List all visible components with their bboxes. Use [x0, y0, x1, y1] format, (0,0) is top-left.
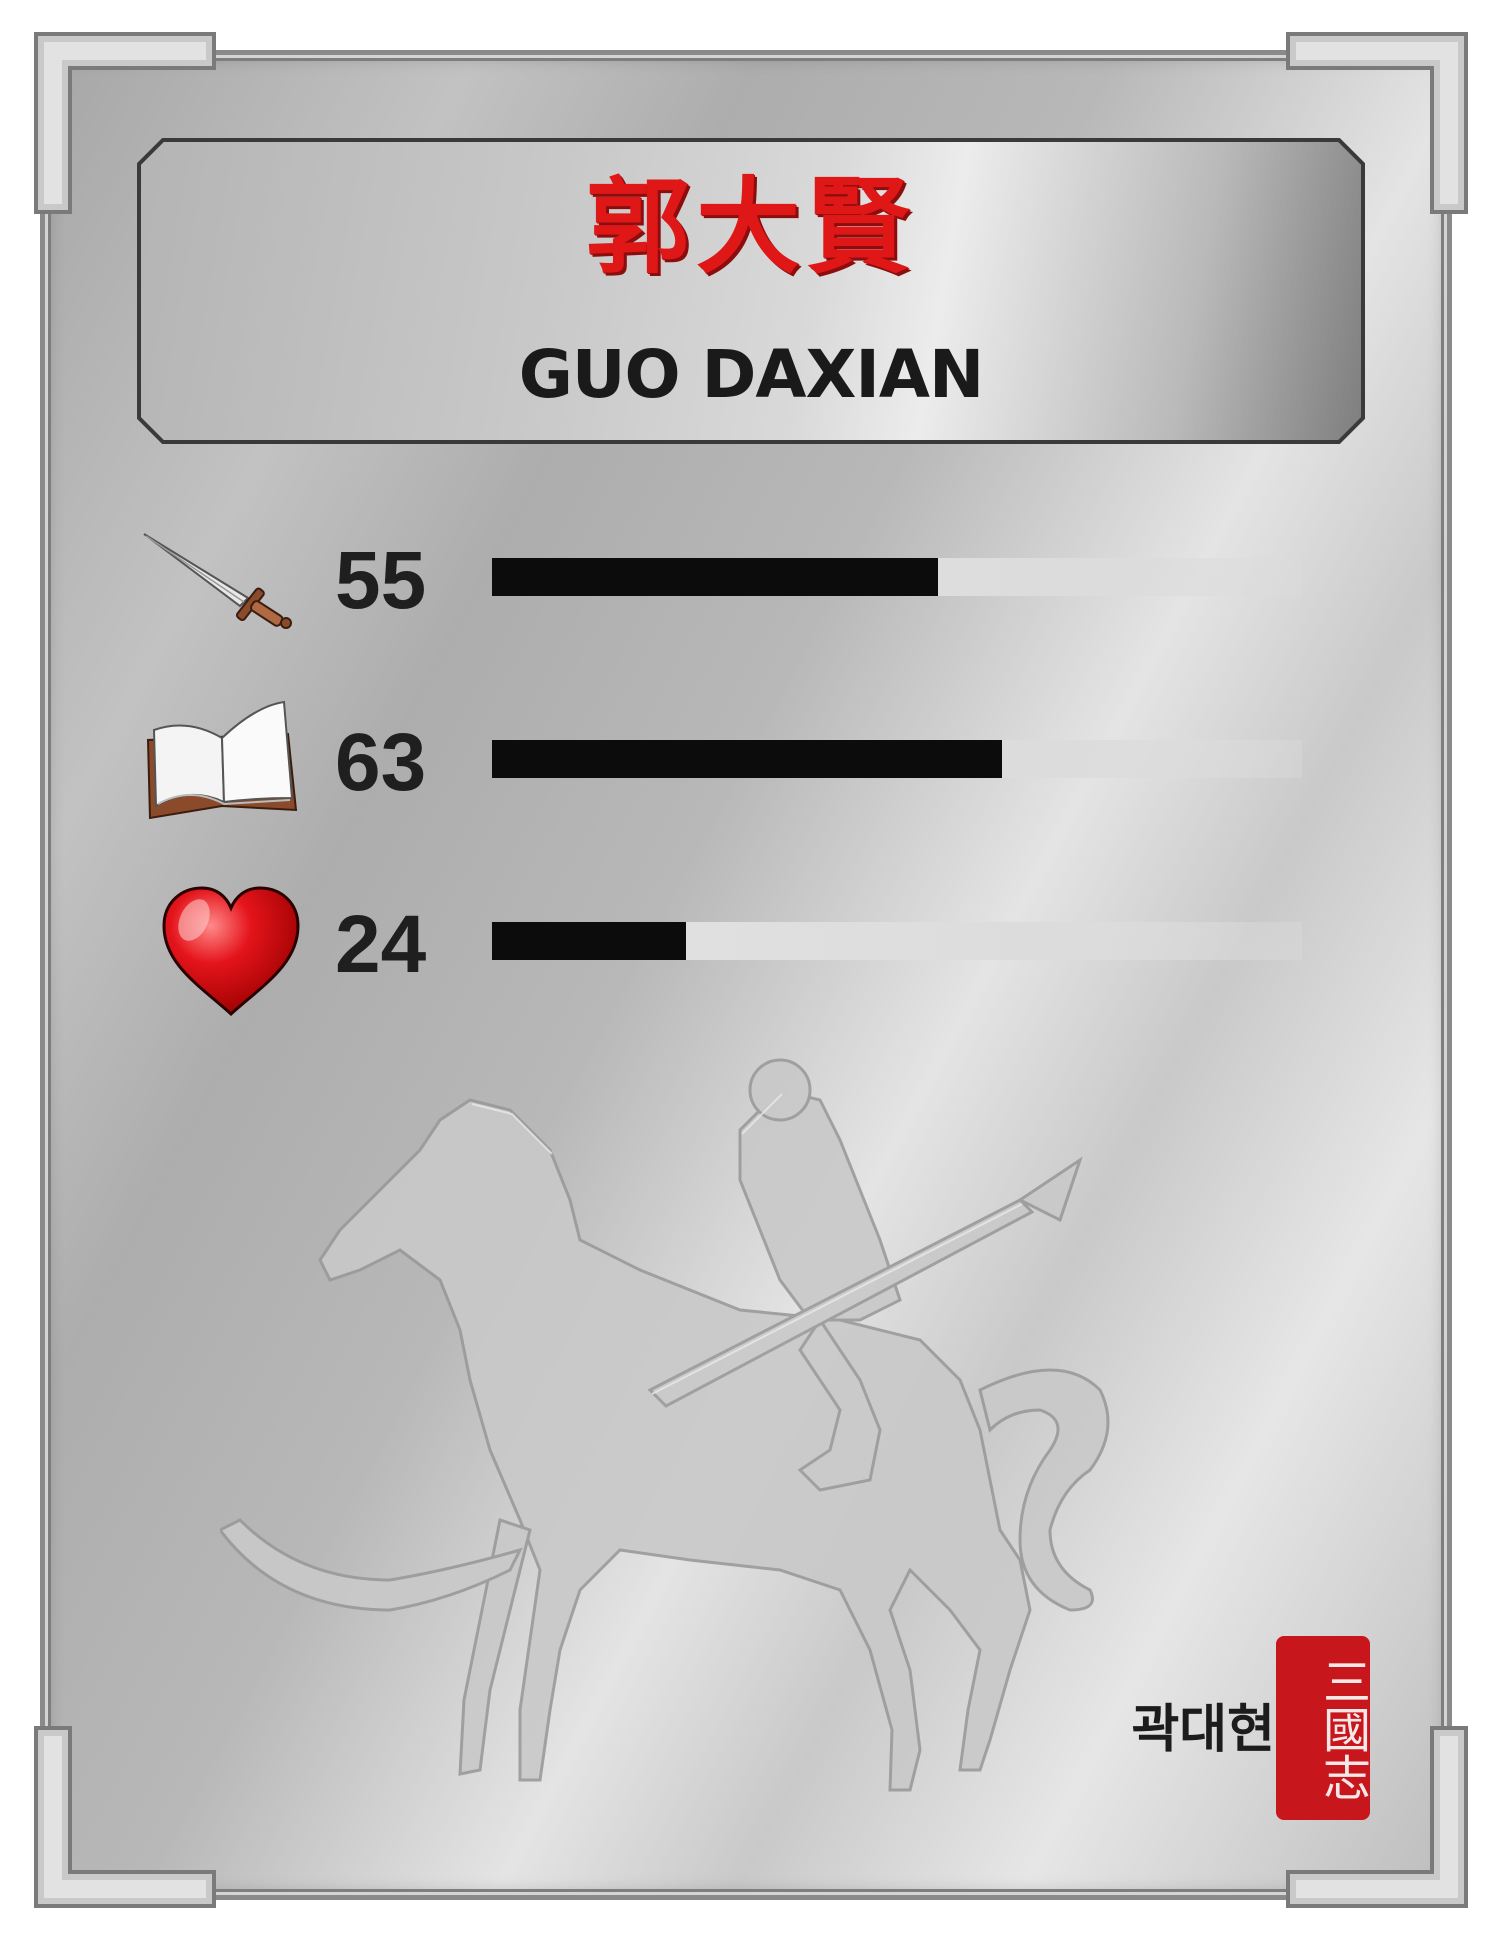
book-icon: [146, 700, 298, 820]
red-seal-stamp: 三國志: [1276, 1636, 1370, 1820]
stat-value-loyalty: 24: [335, 899, 427, 990]
stat-bar-strength: [492, 558, 1302, 596]
stat-value-intelligence: 63: [335, 717, 427, 808]
corner-bracket-bottom-left: [34, 1726, 216, 1908]
heart-icon: [162, 886, 300, 1017]
stat-value-strength: 55: [335, 535, 427, 626]
character-name-english: GUO DAXIAN: [518, 336, 984, 413]
stat-bar-fill-strength: [492, 558, 938, 596]
character-name-chinese: 郭大賢: [585, 166, 916, 288]
stat-bar-fill-loyalty: [492, 922, 686, 960]
character-name-korean: 곽대현: [1131, 1700, 1275, 1760]
stat-bar-loyalty: [492, 922, 1302, 960]
stat-bar-fill-intelligence: [492, 740, 1002, 778]
stat-bar-intelligence: [492, 740, 1302, 778]
sword-icon: [143, 533, 292, 629]
horseman-silhouette: [220, 1058, 1110, 1792]
seal-text: 三國志: [1314, 1657, 1370, 1801]
